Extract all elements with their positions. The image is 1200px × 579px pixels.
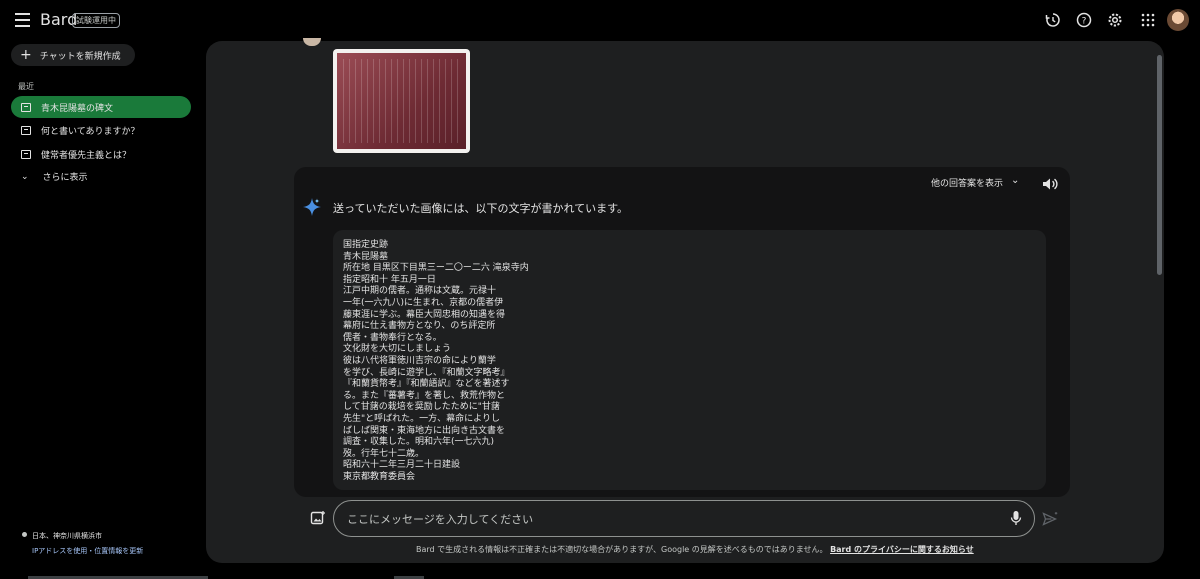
top-bar: Bard 試験運用中 ?: [0, 0, 1200, 40]
text-line: 文化財を大切にしましょう: [343, 344, 452, 355]
menu-icon[interactable]: [12, 9, 34, 31]
speaker-icon[interactable]: [1042, 176, 1058, 190]
new-chat-button[interactable]: + チャットを新規作成: [11, 44, 135, 66]
text-line: 青木昆陽墓: [343, 251, 389, 262]
show-more-button[interactable]: ⌄ さらに表示: [21, 170, 88, 184]
text-line: 先生"と呼ばれた。一方、幕命によりし: [343, 413, 500, 424]
transcription-box: 国指定史跡 青木昆陽墓 所在地 目黒区下目黒三ー二〇ー二六 滝泉寺内 指定昭和十…: [333, 230, 1046, 490]
new-chat-label: チャットを新規作成: [39, 51, 121, 62]
recent-heading: 最近: [18, 82, 34, 91]
sidebar-item-label: 青木昆陽墓の碑文: [41, 103, 114, 114]
help-icon[interactable]: ?: [1074, 10, 1094, 30]
message-input[interactable]: [347, 510, 987, 528]
text-line: 指定昭和十 年五月一日: [343, 274, 436, 285]
apps-icon[interactable]: [1138, 10, 1158, 30]
text-line: 東京都教育委員会: [343, 471, 416, 482]
text-line: 幕府に仕え書物方となり、のち評定所: [343, 321, 496, 332]
show-more-label: さらに表示: [42, 173, 88, 183]
scrollbar[interactable]: [1157, 55, 1162, 275]
svg-text:?: ?: [1082, 17, 1087, 27]
text-line: 所在地 目黒区下目黒三ー二〇ー二六 滝泉寺内: [343, 263, 529, 274]
text-line: を学び、長崎に遊学し、『和蘭文字略考』: [343, 367, 510, 378]
text-line: 一年(一六九八)に生まれ、京都の儒者伊: [343, 297, 504, 308]
text-line: 国指定史跡: [343, 240, 389, 250]
privacy-link[interactable]: Bard のプライバシーに関するお知らせ: [830, 545, 974, 554]
chat-icon: [21, 149, 31, 159]
location-text: 日本、神奈川県横浜市: [32, 532, 102, 540]
uploaded-image[interactable]: [333, 49, 470, 153]
sidebar-item-label: 何と書いてありますか？: [41, 126, 140, 137]
show-drafts-button[interactable]: 他の回答案を表示: [931, 176, 1003, 189]
text-line: 歿。行年七十二歳。: [343, 448, 425, 459]
chat-icon: [21, 125, 31, 135]
settings-icon[interactable]: [1105, 10, 1125, 30]
sidebar-item-label: 健常者優先主義とは？: [41, 150, 132, 161]
text-line: ばしば関東・東海地方に出向き古文書を: [343, 425, 506, 436]
text-line: 江戸中期の儒者。通称は文蔵。元禄十: [343, 286, 497, 297]
message-input-box: [333, 500, 1035, 537]
text-line: 藤東涯に学ぶ。幕臣大岡忠相の知遇を得: [343, 309, 506, 320]
chat-icon: [21, 102, 31, 112]
disclaimer-text: Bard で生成される情報は不正確または不適切な場合がありますが、Google …: [416, 544, 974, 555]
text-line: 昭和六十二年三月二十日建設: [343, 460, 461, 471]
image-upload-icon[interactable]: [310, 510, 326, 526]
chevron-down-icon[interactable]: ⌄: [1011, 175, 1019, 186]
microphone-icon[interactable]: [1010, 510, 1022, 526]
update-location-link[interactable]: IPアドレスを使用・位置情報を更新: [32, 546, 143, 556]
text-line: 儒者・書物奉行となる。: [343, 332, 442, 343]
sidebar-item-chat-3[interactable]: 健常者優先主義とは？: [11, 143, 191, 165]
disclaimer-body: Bard で生成される情報は不正確または不適切な場合がありますが、Google …: [416, 545, 828, 554]
experiment-badge: 試験運用中: [72, 13, 120, 28]
sidebar-item-chat-1[interactable]: 青木昆陽墓の碑文: [11, 96, 191, 118]
avatar[interactable]: [1167, 9, 1189, 31]
text-line: して甘藷の栽培を奨励したために"甘藷: [343, 402, 500, 413]
location-dot-icon: [22, 532, 27, 537]
send-icon[interactable]: [1042, 511, 1058, 527]
plus-icon: +: [20, 47, 32, 63]
history-icon[interactable]: [1043, 10, 1063, 30]
text-line: 彼は八代将軍徳川吉宗の命により蘭学: [343, 355, 496, 366]
text-line: 調査・収集した。明和六年(一七六九): [343, 437, 495, 448]
text-line: 『和蘭貨幣考』『和蘭語訳』などを著述す: [343, 379, 510, 390]
monument-image: [337, 53, 466, 149]
text-line: る。また『蕃薯考』を著し、救荒作物と: [343, 390, 506, 401]
response-title: 送っていただいた画像には、以下の文字が書かれています。: [333, 202, 629, 215]
chevron-down-icon: ⌄: [21, 171, 29, 182]
bard-sparkle-icon: [302, 197, 322, 217]
sidebar-item-chat-2[interactable]: 何と書いてありますか？: [11, 119, 191, 141]
